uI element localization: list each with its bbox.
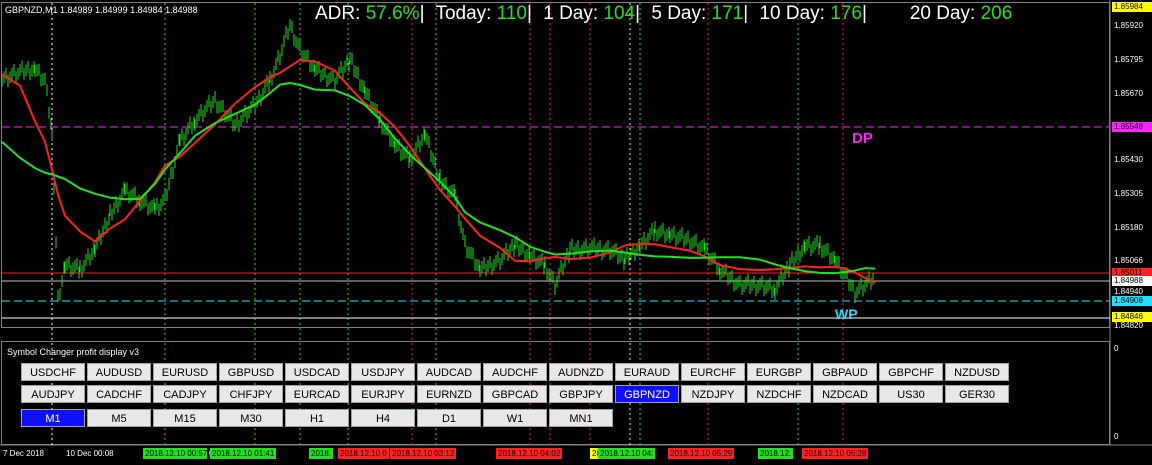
session-time-label: 2018.12.10 00:57: [143, 448, 210, 459]
twenty-day-label: 20 Day:: [909, 3, 976, 24]
timeframe-m15-button[interactable]: M15: [153, 409, 217, 427]
candles: [1, 19, 874, 303]
timeframe-d1-button[interactable]: D1: [417, 409, 481, 427]
price-label-low: 1.84846: [1112, 312, 1152, 322]
symbol-eurnzd-button[interactable]: EURNZD: [417, 385, 481, 403]
symbol-gbpaud-button[interactable]: GBPAUD: [813, 363, 877, 381]
session-time-label: 2018.12.10 01:41: [210, 448, 277, 459]
price-tick: 1.85670: [1114, 89, 1143, 98]
timeframe-h4-button[interactable]: H4: [351, 409, 415, 427]
symbol-eurjpy-button[interactable]: EURJPY: [351, 385, 415, 403]
twenty-day-value: 206: [980, 3, 1013, 24]
price-tick: 1.85180: [1114, 223, 1143, 232]
symbol-eurgbp-button[interactable]: EURGBP: [747, 363, 811, 381]
sub-axis-tick: 0: [1114, 344, 1119, 353]
symbol-gbpjpy-button[interactable]: GBPJPY: [549, 385, 613, 403]
ten-day-value: 176: [830, 3, 862, 24]
price-tick: 1.85066: [1114, 256, 1143, 265]
time-tick: 7 Dec 2018: [3, 449, 44, 458]
wp-marker: WP: [835, 306, 858, 322]
session-time-label: 2018.12.10 06:28: [802, 448, 869, 459]
price-tick: 1.85920: [1114, 21, 1143, 30]
timeframe-m30-button[interactable]: M30: [219, 409, 283, 427]
symbol-gbpnzd-button[interactable]: GBPNZD: [615, 385, 679, 403]
session-time-label: 2018.12.10 05:29: [668, 448, 735, 459]
price-tick: 1.85430: [1114, 155, 1143, 164]
price-tick: 1.85305: [1114, 189, 1143, 198]
ten-day-label: 10 Day:: [759, 3, 825, 24]
one-day-value: 104: [603, 3, 636, 24]
symbol-audjpy-button[interactable]: AUDJPY: [21, 385, 85, 403]
symbol-nzdcad-button[interactable]: NZDCAD: [813, 385, 877, 403]
one-day-label: 1 Day:: [543, 3, 599, 24]
red-moving-average: [1, 58, 876, 284]
session-time-label: 2018.12.10 04:02: [496, 448, 563, 459]
session-time-label: 2018.12.: [758, 448, 794, 459]
symbol-euraud-button[interactable]: EURAUD: [615, 363, 679, 381]
sub-axis-tick: 0: [1114, 432, 1119, 441]
timeframe-m5-button[interactable]: M5: [87, 409, 151, 427]
today-label: Today:: [435, 3, 492, 24]
timeframe-m1-button[interactable]: M1: [21, 409, 85, 427]
symbol-chfjpy-button[interactable]: CHFJPY: [219, 385, 283, 403]
symbol-gbpcad-button[interactable]: GBPCAD: [483, 385, 547, 403]
five-day-label: 5 Day:: [651, 3, 707, 24]
price-label-top: 1.85984: [1112, 2, 1152, 12]
timeframe-mn1-button[interactable]: MN1: [549, 409, 613, 427]
level-lines: [2, 126, 1110, 319]
price-tick: 1.85795: [1114, 55, 1143, 64]
symbol-audcad-button[interactable]: AUDCAD: [417, 363, 481, 381]
symbol-usdjpy-button[interactable]: USDJPY: [351, 363, 415, 381]
symbol-nzdchf-button[interactable]: NZDCHF: [747, 385, 811, 403]
adr-header: ADR: 57.6%| Today: 110| 1 Day: 104| 5 Da…: [315, 3, 1013, 24]
symbol-us30-button[interactable]: US30: [879, 385, 943, 403]
session-time-label: 2018.12.10 03:12: [390, 448, 457, 459]
price-tick: 1.84820: [1114, 321, 1143, 330]
adr-value: 57.6%: [365, 3, 420, 24]
symbol-usdcad-button[interactable]: USDCAD: [285, 363, 349, 381]
symbol-changer-title: Symbol Changer profit display v3: [7, 347, 140, 357]
symbol-cadchf-button[interactable]: CADCHF: [87, 385, 151, 403]
chart-title: GBPNZD,M1 1.84989 1.84999 1.84984 1.8498…: [5, 5, 198, 15]
symbol-nzdusd-button[interactable]: NZDUSD: [945, 363, 1009, 381]
symbol-ger30-button[interactable]: GER30: [945, 385, 1009, 403]
timeframe-w1-button[interactable]: W1: [483, 409, 547, 427]
symbol-audchf-button[interactable]: AUDCHF: [483, 363, 547, 381]
session-time-label: 2018.12.10 04:: [598, 448, 656, 459]
symbol-audusd-button[interactable]: AUDUSD: [87, 363, 151, 381]
symbol-usdchf-button[interactable]: USDCHF: [21, 363, 85, 381]
symbol-audnzd-button[interactable]: AUDNZD: [549, 363, 613, 381]
symbol-eurcad-button[interactable]: EURCAD: [285, 385, 349, 403]
time-tick: 10 Dec 00:08: [66, 449, 114, 458]
price-label-current: 1.84988: [1112, 276, 1152, 286]
today-value: 110: [496, 3, 527, 24]
session-time-label: 2018.12.10 0: [338, 448, 389, 459]
symbol-cadjpy-button[interactable]: CADJPY: [153, 385, 217, 403]
dp-marker: DP: [852, 130, 873, 147]
symbol-gbpchf-button[interactable]: GBPCHF: [879, 363, 943, 381]
session-time-label: 2018.: [309, 448, 334, 459]
price-label-wp: 1.84908: [1112, 296, 1152, 306]
price-label-mid: 1.84940: [1114, 287, 1143, 296]
symbol-gbpusd-button[interactable]: GBPUSD: [219, 363, 283, 381]
timeframe-h1-button[interactable]: H1: [285, 409, 349, 427]
symbol-eurusd-button[interactable]: EURUSD: [153, 363, 217, 381]
symbol-eurchf-button[interactable]: EURCHF: [681, 363, 745, 381]
symbol-nzdjpy-button[interactable]: NZDJPY: [681, 385, 745, 403]
price-label-dp: 1.85548: [1112, 122, 1152, 132]
adr-label: ADR:: [315, 3, 361, 24]
five-day-value: 171: [711, 3, 744, 24]
